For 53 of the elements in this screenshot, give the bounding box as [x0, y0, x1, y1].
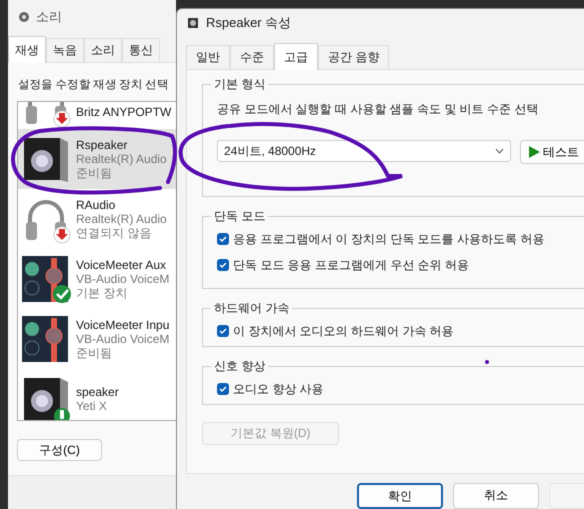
device-driver: VB-Audio VoiceM	[76, 332, 170, 346]
tab[interactable]: 소리	[84, 38, 122, 62]
device-driver: Yeti X	[76, 399, 108, 413]
device-driver: Realtek(R) Audio	[76, 152, 167, 166]
instruction-text: 설정을 수정할 재생 장치 선택	[18, 78, 170, 92]
device-status: 기본 장치	[76, 286, 128, 300]
device-driver: VB-Audio VoiceM	[76, 272, 170, 286]
device-name: VoiceMeeter Inpu	[76, 318, 170, 332]
tab[interactable]: 고급	[274, 43, 318, 70]
device-status: 연결되지 않음	[76, 226, 152, 240]
group-title: 신호 향상	[211, 359, 268, 374]
device-name: Britz ANYPOPTW	[76, 105, 172, 119]
tab[interactable]: 공간 음향	[318, 45, 390, 69]
checkbox[interactable]	[217, 259, 229, 271]
device-item[interactable]: VoiceMeeter Inpu VB-Audio VoiceM 준비됨	[18, 309, 176, 369]
dialog-button[interactable]: 취소	[453, 483, 539, 509]
device-item[interactable]: Britz ANYPOPTW	[18, 102, 176, 129]
tab[interactable]: 수준	[230, 45, 274, 69]
test-button[interactable]: 테스트	[520, 140, 584, 164]
device-item[interactable]: VoiceMeeter Aux VB-Audio VoiceM 기본 장치	[18, 249, 176, 309]
checkbox[interactable]	[217, 233, 229, 245]
device-item[interactable]: Rspeaker Realtek(R) Audio 준비됨	[18, 129, 176, 189]
device-item[interactable]: RAudio Realtek(R) Audio 연결되지 않음	[18, 189, 176, 249]
checkbox-label: 이 장치에서 오디오의 하드웨어 가속 허용	[233, 322, 454, 340]
device-status: 준비됨	[76, 346, 113, 360]
format-dropdown[interactable]: 24비트, 48000Hz	[217, 140, 511, 162]
device-name: speaker	[76, 385, 119, 399]
group-title: 하드웨어 가속	[211, 301, 292, 316]
chevron-down-icon	[495, 148, 504, 154]
device-item[interactable]: speaker Yeti X	[18, 369, 176, 420]
checkbox[interactable]	[217, 383, 229, 395]
ink-dot	[485, 360, 489, 364]
device-name: RAudio	[76, 198, 116, 212]
play-icon	[529, 146, 540, 158]
tab[interactable]: 녹음	[46, 38, 84, 62]
checkbox-label: 오디오 향상 사용	[233, 380, 324, 398]
device-status: 준비됨	[76, 166, 113, 180]
dialog-button[interactable]: 확인	[357, 483, 443, 509]
window-title: Rspeaker 속성	[206, 14, 292, 32]
group-title: 기본 형식	[211, 77, 268, 92]
device-name: Rspeaker	[76, 138, 128, 152]
checkbox-label: 응용 프로그램에서 이 장치의 단독 모드를 사용하도록 허용	[233, 230, 544, 248]
window-title: 소리	[36, 8, 62, 26]
tab[interactable]: 통신	[122, 38, 160, 62]
device-driver: Realtek(R) Audio	[76, 212, 167, 226]
tab[interactable]: 일반	[186, 45, 230, 69]
configure-button[interactable]: 구성(C)	[17, 439, 102, 461]
checkbox-label: 단독 모드 응용 프로그램에게 우선 순위 허용	[233, 256, 470, 274]
device-name: VoiceMeeter Aux	[76, 258, 168, 272]
group-title: 단독 모드	[211, 209, 268, 224]
checkbox[interactable]	[217, 325, 229, 337]
description-text: 공유 모드에서 실행할 때 사용할 샘플 속도 및 비트 수준 선택	[217, 101, 540, 118]
tab[interactable]: 재생	[8, 36, 46, 63]
